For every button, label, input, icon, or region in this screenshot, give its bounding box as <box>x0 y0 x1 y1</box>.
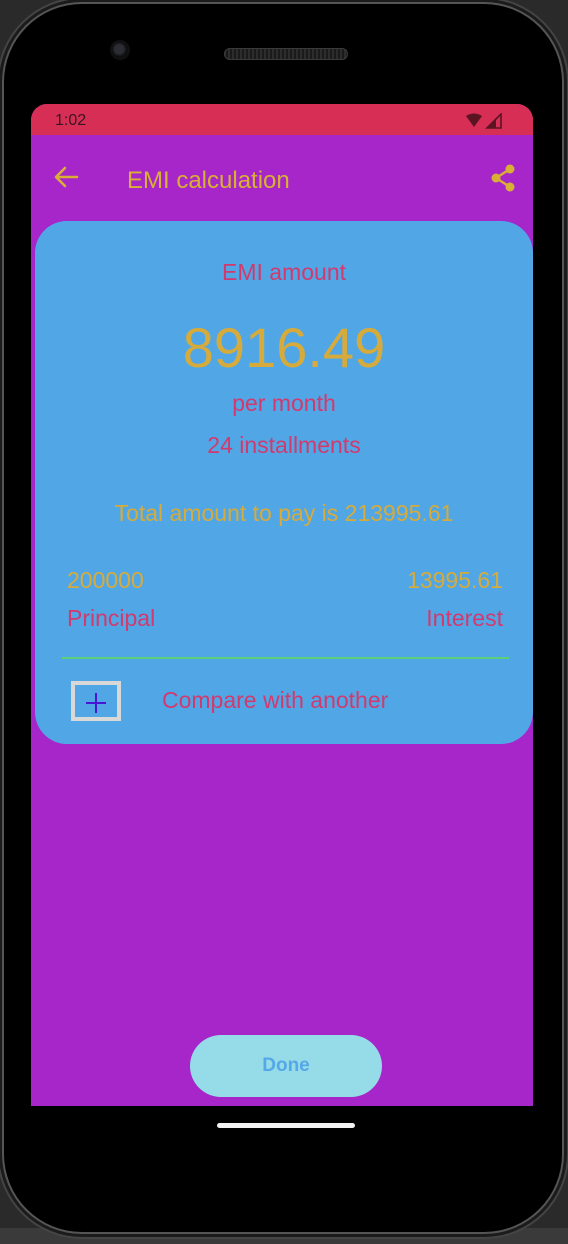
emi-result-card: EMI amount 8916.49 per month 24 installm… <box>35 221 533 744</box>
share-icon[interactable] <box>489 163 517 193</box>
principal-label: Principal <box>67 605 156 631</box>
status-time: 1:02 <box>55 112 87 129</box>
gesture-nav-handle[interactable] <box>217 1123 355 1128</box>
done-button[interactable]: Done <box>190 1035 382 1097</box>
front-camera <box>112 42 128 58</box>
status-bar: 1:02 <box>31 104 533 135</box>
interest-label: Interest <box>426 605 503 631</box>
earpiece-speaker <box>224 48 348 60</box>
installments-label: 24 installments <box>207 432 361 458</box>
wifi-icon <box>466 113 482 127</box>
phone-frame: 1:02 EMI calculation EMI amount 8916.49 … <box>4 4 562 1232</box>
arrow-left-icon[interactable] <box>53 165 79 189</box>
divider <box>62 657 509 659</box>
emi-amount-label: EMI amount <box>222 259 346 285</box>
interest-value: 13995.61 <box>407 567 503 593</box>
compare-with-another-button[interactable]: Compare with another <box>71 679 501 723</box>
per-month-label: per month <box>232 390 336 416</box>
status-icons <box>466 113 502 129</box>
compare-label: Compare with another <box>162 687 389 713</box>
page-title: EMI calculation <box>127 167 290 194</box>
total-amount-text: Total amount to pay is 213995.61 <box>114 500 454 526</box>
app-screen: 1:02 EMI calculation EMI amount 8916.49 … <box>31 104 533 1106</box>
emi-amount-value: 8916.49 <box>182 316 386 379</box>
plus-icon[interactable] <box>71 681 121 721</box>
app-bar: EMI calculation <box>31 135 533 219</box>
principal-value: 200000 <box>67 567 144 593</box>
